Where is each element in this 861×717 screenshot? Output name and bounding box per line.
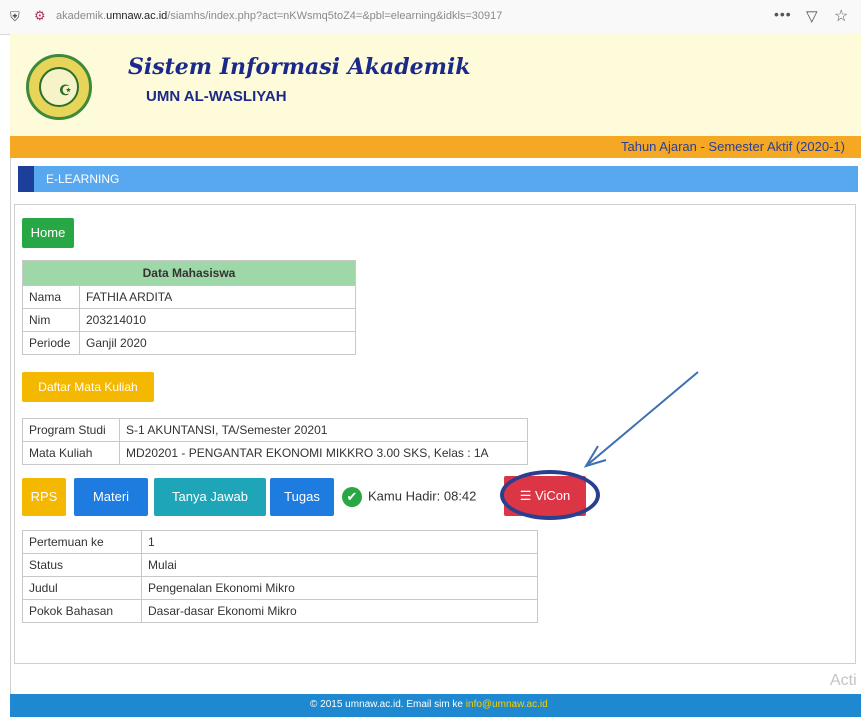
row-label: Status [22, 553, 142, 577]
table-row: Pokok Bahasan Dasar-dasar Ekonomi Mikro [22, 599, 538, 623]
footer-email-link[interactable]: info@umnaw.ac.id [466, 699, 548, 710]
row-value: Mulai [141, 553, 538, 577]
row-label: Pertemuan ke [22, 530, 142, 554]
row-value: Dasar-dasar Ekonomi Mikro [141, 599, 538, 623]
table-row: Status Mulai [22, 553, 538, 577]
row-value: 1 [141, 530, 538, 554]
activation-watermark: Acti [830, 672, 857, 689]
page-footer: © 2015 umnaw.ac.id. Email sim ke info@um… [10, 694, 861, 717]
meeting-table: Pertemuan ke 1 Status Mulai Judul Pengen… [22, 530, 538, 623]
table-row: Pertemuan ke 1 [22, 530, 538, 554]
row-value: Pengenalan Ekonomi Mikro [141, 576, 538, 600]
row-label: Pokok Bahasan [22, 599, 142, 623]
row-label: Judul [22, 576, 142, 600]
footer-text: © 2015 umnaw.ac.id. Email sim ke [310, 699, 463, 710]
table-row: Judul Pengenalan Ekonomi Mikro [22, 576, 538, 600]
